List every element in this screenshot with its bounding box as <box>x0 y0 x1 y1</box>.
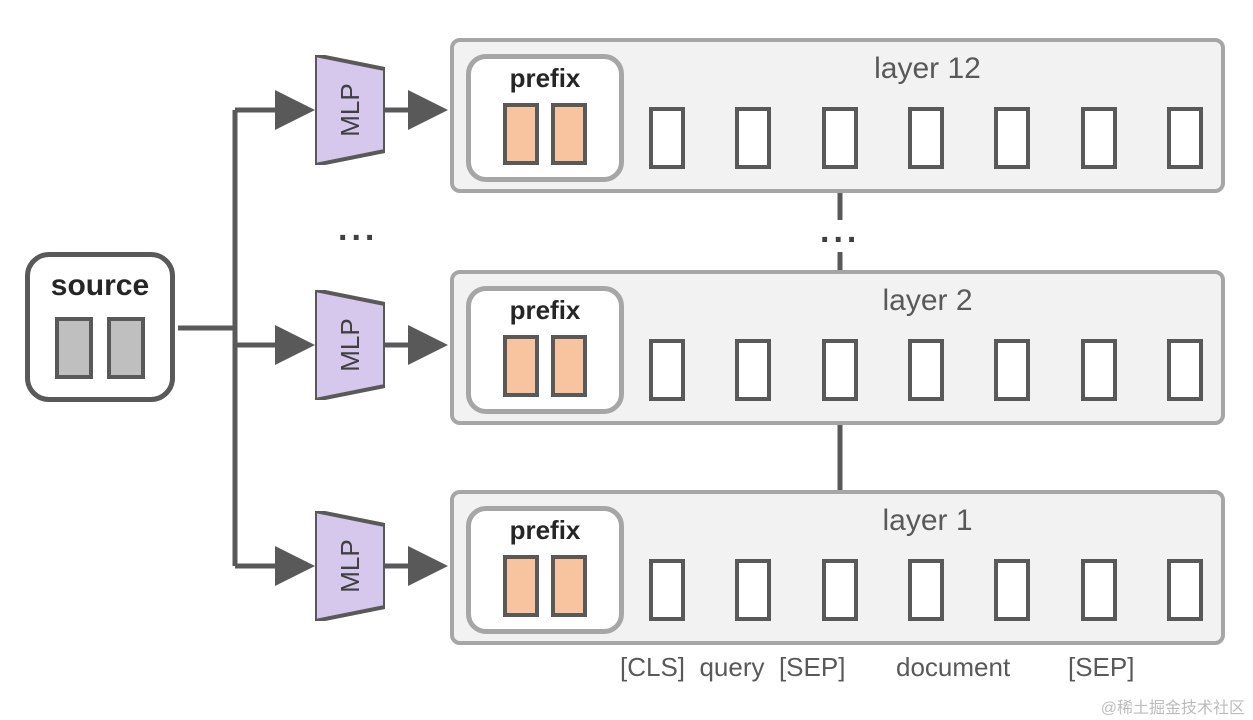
prefix-cells <box>471 335 619 397</box>
token-row <box>649 559 1203 621</box>
prefix-token <box>503 555 539 617</box>
prefix-token <box>551 103 587 165</box>
source-token <box>107 317 145 379</box>
watermark: @稀土掘金技术社区 <box>1101 694 1245 718</box>
token-cell <box>822 107 858 169</box>
prefix-label: prefix <box>471 63 619 94</box>
prefix-token <box>551 555 587 617</box>
token-cell <box>1167 107 1203 169</box>
source-cells <box>30 317 170 379</box>
token-cell <box>735 107 771 169</box>
ellipsis-mlp: ... <box>338 210 378 249</box>
layer-title: layer 2 <box>654 284 1201 318</box>
mlp-label: MLP <box>295 310 405 380</box>
token-cell <box>822 339 858 401</box>
prefix-token <box>551 335 587 397</box>
prefix-token <box>503 335 539 397</box>
layer-1: layer 1 prefix <box>450 490 1225 645</box>
source-box: source <box>25 252 175 402</box>
token-cell <box>908 339 944 401</box>
token-cell <box>735 339 771 401</box>
footer-token-labels: [CLS] query [SEP] document [SEP] <box>620 652 1134 683</box>
source-label: source <box>30 269 170 303</box>
mlp-block-mid: MLP <box>315 290 385 400</box>
token-cell <box>1167 559 1203 621</box>
token-row <box>649 107 1203 169</box>
token-cell <box>1081 339 1117 401</box>
token-cell <box>994 107 1030 169</box>
prefix-box: prefix <box>466 506 624 634</box>
prefix-token <box>503 103 539 165</box>
mlp-label: MLP <box>295 75 405 145</box>
token-cell <box>994 559 1030 621</box>
token-cell <box>1081 559 1117 621</box>
diagram-stage: source MLP MLP MLP ... ... layer 12 pref… <box>0 0 1253 720</box>
source-token <box>55 317 93 379</box>
token-cell <box>822 559 858 621</box>
mlp-block-top: MLP <box>315 55 385 165</box>
mlp-label: MLP <box>295 531 405 601</box>
token-cell <box>1167 339 1203 401</box>
prefix-label: prefix <box>471 295 619 326</box>
token-row <box>649 339 1203 401</box>
token-cell <box>649 559 685 621</box>
prefix-cells <box>471 555 619 617</box>
ellipsis-layers: ... <box>820 212 860 251</box>
layer-title: layer 12 <box>654 52 1201 86</box>
token-cell <box>994 339 1030 401</box>
mlp-block-bot: MLP <box>315 511 385 621</box>
token-cell <box>649 339 685 401</box>
token-cell <box>649 107 685 169</box>
token-cell <box>908 107 944 169</box>
prefix-label: prefix <box>471 515 619 546</box>
token-cell <box>735 559 771 621</box>
layer-2: layer 2 prefix <box>450 270 1225 425</box>
token-cell <box>908 559 944 621</box>
prefix-cells <box>471 103 619 165</box>
layer-title: layer 1 <box>654 504 1201 538</box>
layer-12: layer 12 prefix <box>450 38 1225 193</box>
prefix-box: prefix <box>466 286 624 414</box>
prefix-box: prefix <box>466 54 624 182</box>
token-cell <box>1081 107 1117 169</box>
